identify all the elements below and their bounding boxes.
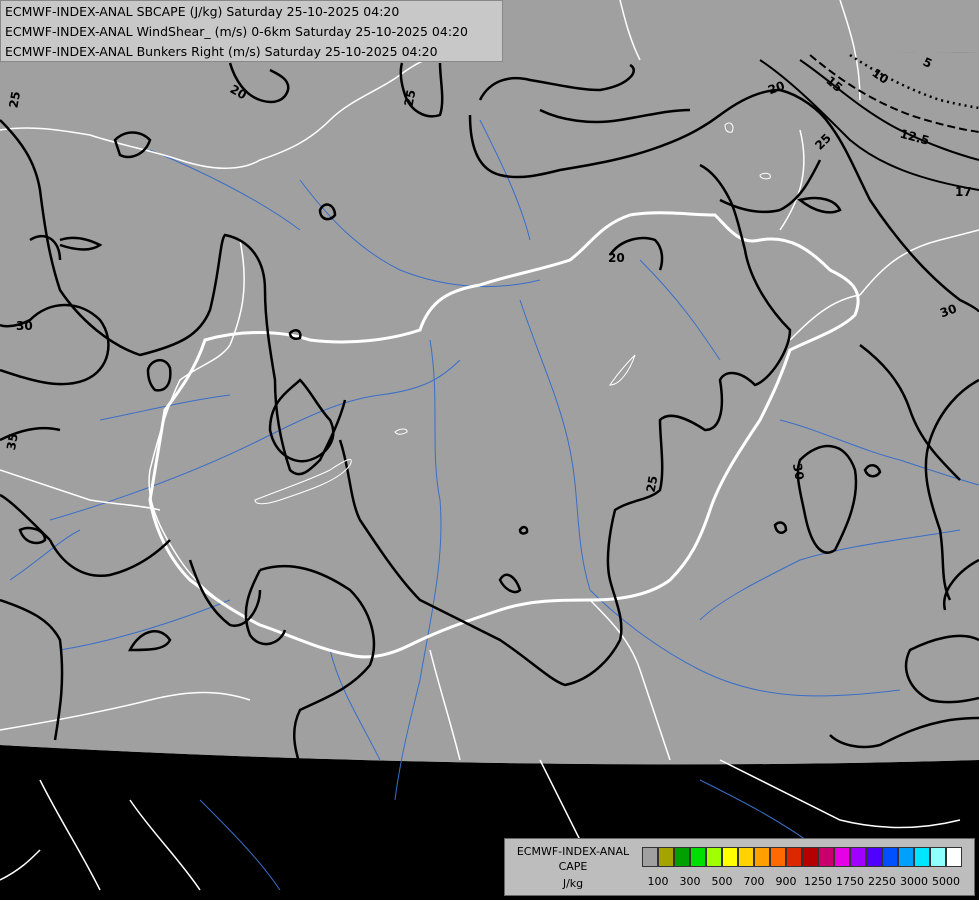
title-box: ECMWF-INDEX-ANAL SBCAPE (J/kg) Saturday … [0, 0, 503, 62]
legend-title-field: CAPE [558, 860, 588, 873]
legend-tick-label: 900 [775, 875, 797, 888]
legend-swatch [818, 847, 834, 867]
title-line-sbcape: ECMWF-INDEX-ANAL SBCAPE (J/kg) Saturday … [5, 4, 400, 19]
legend-swatch [850, 847, 866, 867]
legend-swatch [754, 847, 770, 867]
contour-label: 20 [608, 251, 625, 265]
cape-legend: ECMWF-INDEX-ANAL CAPE J/kg 100 300 500 700 9… [504, 838, 975, 896]
title-line-windshear: ECMWF-INDEX-ANAL WindShear_ (m/s) 0-6km … [5, 24, 468, 39]
contour-label: 17 [955, 185, 972, 199]
legend-swatch [898, 847, 914, 867]
legend-swatch [674, 847, 690, 867]
legend-tick-label: 3000 [900, 875, 928, 888]
legend-tick-label: 300 [679, 875, 701, 888]
contour-label: 25 [402, 89, 419, 108]
legend-title-source: ECMWF-INDEX-ANAL [516, 845, 630, 858]
legend-swatch [802, 847, 818, 867]
legend-swatch [834, 847, 850, 867]
legend-swatch [722, 847, 738, 867]
legend-tick-label: 5000 [932, 875, 960, 888]
contour-label: 25 [6, 90, 23, 109]
legend-swatch [690, 847, 706, 867]
contour-label: 30 [790, 462, 807, 481]
legend-swatch [866, 847, 882, 867]
legend-swatch [658, 847, 674, 867]
title-line-bunkers: ECMWF-INDEX-ANAL Bunkers Right (m/s) Sat… [5, 44, 438, 59]
legend-swatch [786, 847, 802, 867]
legend-swatch [706, 847, 722, 867]
legend-unit: J/kg [562, 877, 584, 890]
legend-swatch [946, 847, 962, 867]
legend-tick-label: 1750 [836, 875, 864, 888]
legend-swatch [770, 847, 786, 867]
legend-tick-label: 500 [711, 875, 733, 888]
legend-tick-label: 2250 [868, 875, 896, 888]
legend-swatch [914, 847, 930, 867]
legend-swatch [882, 847, 898, 867]
map-canvas[interactable]: 25 20 25 15 10 5 20 12.5 25 17 30 30 20 … [0, 0, 979, 900]
contour-label: 25 [644, 475, 661, 494]
legend-tick-label: 100 [647, 875, 669, 888]
legend-swatch [642, 847, 658, 867]
contour-label: 30 [16, 319, 33, 333]
legend-tick-label: 700 [743, 875, 765, 888]
contour-label: 35 [4, 432, 21, 451]
legend-swatch [930, 847, 946, 867]
legend-swatch [738, 847, 754, 867]
legend-tick-label: 1250 [804, 875, 832, 888]
